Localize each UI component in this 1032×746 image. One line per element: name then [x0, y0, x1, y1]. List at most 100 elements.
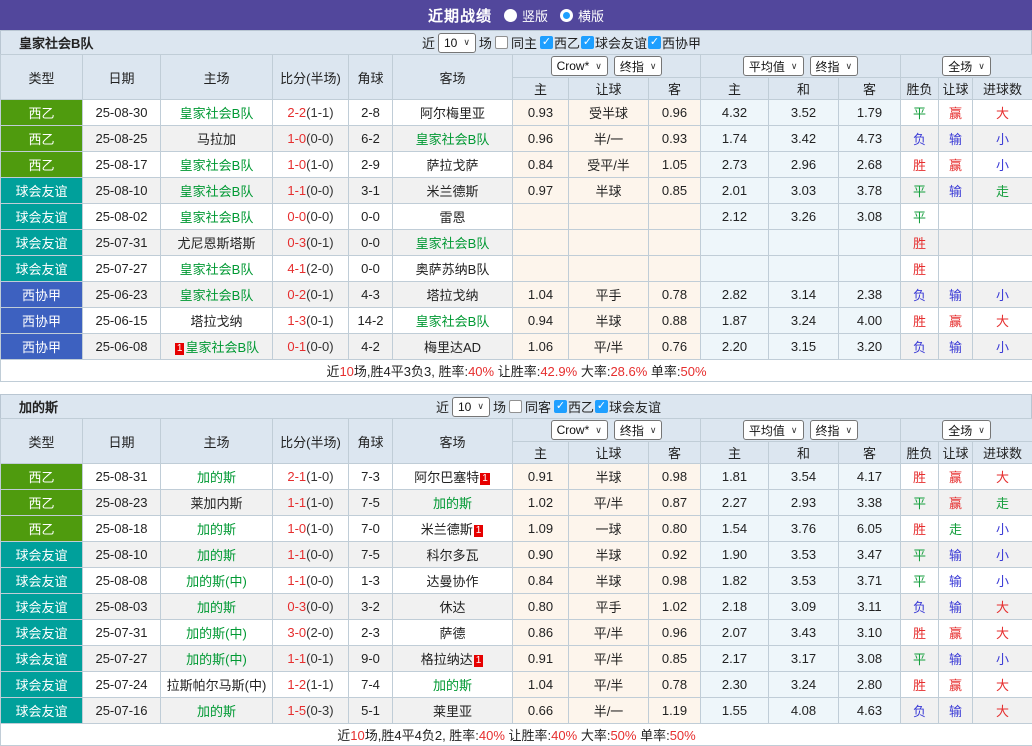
away-team[interactable]: 奥萨苏纳B队 — [416, 262, 490, 277]
layout-option-horizontal[interactable]: 横版 — [560, 6, 604, 25]
match-row: 球会友谊25-07-24拉斯帕尔马斯(中)1-2(1-1)7-4加的斯1.04平… — [1, 672, 1032, 698]
score-fulltime[interactable]: 1-0 — [287, 131, 306, 146]
radio-horizontal-icon[interactable] — [560, 9, 573, 22]
home-team[interactable]: 皇家社会B队 — [180, 184, 254, 199]
score-fulltime[interactable]: 1-5 — [287, 703, 306, 718]
avg-time-select-2[interactable]: 终指∨ — [810, 420, 859, 440]
score-fulltime[interactable]: 3-0 — [287, 625, 306, 640]
radio-vertical-icon[interactable] — [504, 9, 517, 22]
away-team[interactable]: 莱里亚 — [433, 704, 472, 719]
home-team[interactable]: 皇家社会B队 — [180, 106, 254, 121]
league-checkbox[interactable]: ✓ — [648, 36, 661, 49]
away-team[interactable]: 达曼协作 — [426, 574, 478, 589]
team-name-1[interactable]: 皇家社会B队 — [19, 33, 93, 52]
home-team[interactable]: 皇家社会B队 — [180, 210, 254, 225]
odds-time-select-2[interactable]: 终指∨ — [614, 420, 663, 440]
home-team[interactable]: 加的斯(中) — [186, 626, 247, 641]
home-team[interactable]: 马拉加 — [197, 132, 236, 147]
away-team[interactable]: 皇家社会B队 — [416, 132, 490, 147]
col-corner: 角球 — [349, 55, 393, 100]
odds-time-select-1[interactable]: 终指∨ — [614, 56, 663, 76]
home-team[interactable]: 加的斯 — [197, 522, 236, 537]
score-fulltime[interactable]: 1-0 — [287, 157, 306, 172]
score-fulltime[interactable]: 1-0 — [287, 521, 306, 536]
league-checkbox[interactable]: ✓ — [540, 36, 553, 49]
home-team[interactable]: 塔拉戈纳 — [190, 314, 242, 329]
home-team[interactable]: 加的斯(中) — [186, 574, 247, 589]
away-team[interactable]: 阿尔梅里亚 — [420, 106, 485, 121]
league-checkbox[interactable]: ✓ — [581, 36, 594, 49]
same-home-checkbox[interactable] — [495, 36, 508, 49]
score-fulltime[interactable]: 1-1 — [287, 495, 306, 510]
home-team[interactable]: 皇家社会B队 — [185, 340, 259, 355]
score-fulltime[interactable]: 1-1 — [287, 547, 306, 562]
away-team[interactable]: 梅里达AD — [424, 340, 481, 355]
away-team[interactable]: 米兰德斯 — [426, 184, 478, 199]
score-fulltime[interactable]: 1-1 — [287, 651, 306, 666]
scope-select-1[interactable]: 全场∨ — [942, 56, 991, 76]
score-fulltime[interactable]: 1-3 — [287, 313, 306, 328]
league-checkbox[interactable]: ✓ — [595, 400, 608, 413]
home-team[interactable]: 加的斯(中) — [186, 652, 247, 667]
away-team[interactable]: 皇家社会B队 — [416, 236, 490, 251]
odds-source-select-1[interactable]: Crow*∨ — [551, 56, 608, 76]
home-team[interactable]: 尤尼恩斯塔斯 — [177, 236, 255, 251]
home-team[interactable]: 加的斯 — [197, 470, 236, 485]
avg-time-select-1[interactable]: 终指∨ — [810, 56, 859, 76]
away-team[interactable]: 加的斯 — [433, 496, 472, 511]
avg-home: 2.01 — [701, 178, 769, 204]
score-fulltime[interactable]: 0-3 — [287, 235, 306, 250]
avg-draw: 3.14 — [769, 282, 839, 308]
score-fulltime[interactable]: 0-2 — [287, 287, 306, 302]
score-fulltime[interactable]: 2-2 — [287, 105, 306, 120]
home-team[interactable]: 加的斯 — [197, 548, 236, 563]
away-team[interactable]: 塔拉戈纳 — [426, 288, 478, 303]
odds-away: 0.88 — [649, 308, 701, 334]
avg-source-select-2[interactable]: 平均值∨ — [743, 420, 804, 440]
away-team[interactable]: 阿尔巴塞特 — [414, 470, 479, 485]
away-team[interactable]: 米兰德斯 — [421, 522, 473, 537]
score-fulltime[interactable]: 2-1 — [287, 469, 306, 484]
score-fulltime[interactable]: 1-1 — [287, 573, 306, 588]
team-name-2[interactable]: 加的斯 — [19, 397, 58, 416]
match-row: 球会友谊25-07-31加的斯(中)3-0(2-0)2-3萨德0.86平/半0.… — [1, 620, 1032, 646]
score-fulltime[interactable]: 0-3 — [287, 599, 306, 614]
avg-draw: 2.96 — [769, 152, 839, 178]
home-team[interactable]: 加的斯 — [197, 600, 236, 615]
league-checkbox-label: 球会友谊 — [609, 397, 661, 416]
home-team[interactable]: 拉斯帕尔马斯(中) — [167, 678, 267, 693]
scope-select-2[interactable]: 全场∨ — [942, 420, 991, 440]
summary-text: 单率: — [636, 728, 669, 743]
away-team[interactable]: 萨德 — [439, 626, 465, 641]
home-team[interactable]: 皇家社会B队 — [180, 288, 254, 303]
chevron-down-icon: ∨ — [791, 425, 798, 436]
home-team[interactable]: 皇家社会B队 — [180, 158, 254, 173]
odds-source-select-2[interactable]: Crow*∨ — [551, 420, 608, 440]
score-fulltime[interactable]: 1-1 — [287, 183, 306, 198]
avg-draw: 3.26 — [769, 204, 839, 230]
home-team[interactable]: 莱加内斯 — [190, 496, 242, 511]
away-team[interactable]: 加的斯 — [433, 678, 472, 693]
match-count-select-1[interactable]: 10∨ — [438, 33, 476, 53]
away-team[interactable]: 格拉纳达 — [421, 652, 473, 667]
score-halftime: (1-0) — [306, 157, 333, 172]
home-team[interactable]: 加的斯 — [197, 704, 236, 719]
layout-option-vertical[interactable]: 竖版 — [504, 6, 548, 25]
away-team[interactable]: 萨拉戈萨 — [426, 158, 478, 173]
away-team[interactable]: 皇家社会B队 — [416, 314, 490, 329]
same-away-checkbox[interactable] — [509, 400, 522, 413]
score-halftime: (0-0) — [306, 573, 333, 588]
match-date: 25-08-25 — [83, 126, 161, 152]
score-fulltime[interactable]: 0-0 — [287, 209, 306, 224]
away-team[interactable]: 休达 — [439, 600, 465, 615]
score-fulltime[interactable]: 0-1 — [287, 339, 306, 354]
away-team[interactable]: 科尔多瓦 — [426, 548, 478, 563]
result-outcome: 胜 — [901, 152, 939, 178]
league-checkbox[interactable]: ✓ — [554, 400, 567, 413]
home-team[interactable]: 皇家社会B队 — [180, 262, 254, 277]
avg-source-select-1[interactable]: 平均值∨ — [743, 56, 804, 76]
away-team[interactable]: 雷恩 — [439, 210, 465, 225]
score-fulltime[interactable]: 4-1 — [287, 261, 306, 276]
match-count-select-2[interactable]: 10∨ — [452, 397, 490, 417]
score-fulltime[interactable]: 1-2 — [287, 677, 306, 692]
